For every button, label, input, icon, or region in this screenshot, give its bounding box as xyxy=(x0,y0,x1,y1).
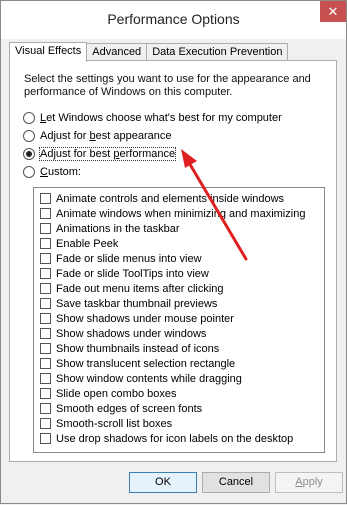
checkbox[interactable] xyxy=(40,298,51,309)
apply-button[interactable]: Apply xyxy=(275,472,343,493)
radio-let-windows-choose[interactable]: Let Windows choose what's best for my co… xyxy=(23,111,282,125)
radio-best-appearance[interactable]: Adjust for best appearance xyxy=(23,129,172,143)
performance-options-dialog: Performance Options ✕ Visual Effects Adv… xyxy=(0,0,347,504)
list-item[interactable]: Save taskbar thumbnail previews xyxy=(40,297,217,310)
cancel-button[interactable]: Cancel xyxy=(202,472,270,493)
radio-button[interactable] xyxy=(23,130,35,142)
list-item-label: Slide open combo boxes xyxy=(56,387,177,400)
tab-data-execution-prevention[interactable]: Data Execution Prevention xyxy=(146,43,289,61)
checkbox[interactable] xyxy=(40,403,51,414)
ok-button[interactable]: OK xyxy=(129,472,197,493)
list-item-label: Show shadows under windows xyxy=(56,327,207,340)
list-item-label: Animate windows when minimizing and maxi… xyxy=(56,207,306,220)
tab-strip: Visual Effects Advanced Data Execution P… xyxy=(9,42,289,62)
checkbox[interactable] xyxy=(40,313,51,324)
list-item[interactable]: Fade or slide ToolTips into view xyxy=(40,267,209,280)
list-item-label: Fade or slide menus into view xyxy=(56,252,202,265)
list-item-label: Show window contents while dragging xyxy=(56,372,242,385)
radio-label: Adjust for best appearance xyxy=(40,130,172,142)
radio-label: Custom: xyxy=(40,166,81,178)
checkbox[interactable] xyxy=(40,358,51,369)
list-item-label: Smooth edges of screen fonts xyxy=(56,402,203,415)
checkbox[interactable] xyxy=(40,283,51,294)
list-item-label: Save taskbar thumbnail previews xyxy=(56,297,218,310)
list-item[interactable]: Show translucent selection rectangle xyxy=(40,357,235,370)
checkbox[interactable] xyxy=(40,328,51,339)
checkbox[interactable] xyxy=(40,343,51,354)
panel-description: Select the settings you want to use for … xyxy=(24,73,311,98)
checkbox[interactable] xyxy=(40,193,51,204)
list-item-label: Show shadows under mouse pointer xyxy=(56,312,234,325)
list-item[interactable]: Show thumbnails instead of icons xyxy=(40,342,219,355)
list-item[interactable]: Fade out menu items after clicking xyxy=(40,282,224,295)
close-icon[interactable]: ✕ xyxy=(320,1,346,22)
radio-custom[interactable]: Custom: xyxy=(23,165,81,179)
list-item[interactable]: Show window contents while dragging xyxy=(40,372,242,385)
list-item[interactable]: Smooth-scroll list boxes xyxy=(40,417,172,430)
list-item[interactable]: Use drop shadows for icon labels on the … xyxy=(40,432,293,445)
list-item[interactable]: Animations in the taskbar xyxy=(40,222,180,235)
window-title: Performance Options xyxy=(107,11,240,27)
list-item[interactable]: Show shadows under windows xyxy=(40,327,206,340)
checkbox[interactable] xyxy=(40,433,51,444)
radio-button[interactable] xyxy=(23,112,35,124)
list-item[interactable]: Smooth edges of screen fonts xyxy=(40,402,202,415)
list-item-label: Animate controls and elements inside win… xyxy=(56,192,285,205)
title-bar: Performance Options ✕ xyxy=(1,1,346,39)
radio-best-performance[interactable]: Adjust for best performance xyxy=(23,147,177,161)
list-item[interactable]: Show shadows under mouse pointer xyxy=(40,312,234,325)
checkbox[interactable] xyxy=(40,268,51,279)
checkbox[interactable] xyxy=(40,208,51,219)
list-item-label: Fade or slide ToolTips into view xyxy=(56,267,209,280)
list-item-label: Smooth-scroll list boxes xyxy=(56,417,173,430)
list-item[interactable]: Slide open combo boxes xyxy=(40,387,176,400)
list-item-label: Fade out menu items after clicking xyxy=(56,282,224,295)
checkbox[interactable] xyxy=(40,373,51,384)
radio-label: Adjust for best performance xyxy=(38,147,177,161)
list-item-label: Use drop shadows for icon labels on the … xyxy=(56,432,294,445)
list-item[interactable]: Fade or slide menus into view xyxy=(40,252,202,265)
checkbox[interactable] xyxy=(40,253,51,264)
visual-effects-list[interactable]: Animate controls and elements inside win… xyxy=(33,187,325,453)
list-item-label: Enable Peek xyxy=(56,237,119,250)
list-item[interactable]: Animate windows when minimizing and maxi… xyxy=(40,207,305,220)
radio-label: Let Windows choose what's best for my co… xyxy=(40,112,282,124)
checkbox[interactable] xyxy=(40,238,51,249)
radio-button-selected[interactable] xyxy=(23,148,35,160)
checkbox[interactable] xyxy=(40,223,51,234)
list-item[interactable]: Animate controls and elements inside win… xyxy=(40,192,284,205)
checkbox[interactable] xyxy=(40,418,51,429)
tab-visual-effects[interactable]: Visual Effects xyxy=(9,42,88,62)
list-item-label: Show translucent selection rectangle xyxy=(56,357,236,370)
tab-advanced[interactable]: Advanced xyxy=(86,43,148,61)
radio-button[interactable] xyxy=(23,166,35,178)
list-item[interactable]: Enable Peek xyxy=(40,237,118,250)
list-item-label: Show thumbnails instead of icons xyxy=(56,342,220,355)
checkbox[interactable] xyxy=(40,388,51,399)
list-item-label: Animations in the taskbar xyxy=(56,222,180,235)
visual-effects-panel: Select the settings you want to use for … xyxy=(9,60,337,462)
